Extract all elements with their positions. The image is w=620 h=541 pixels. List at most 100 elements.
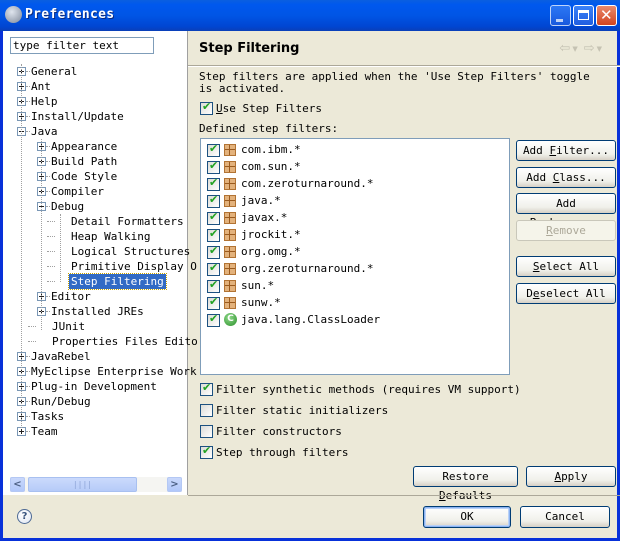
cancel-button[interactable]: Cancel [520, 506, 610, 528]
tree-item-detail-formatters[interactable]: Detail Formatters [71, 214, 184, 229]
tree-connector [47, 221, 55, 222]
tree-item-general[interactable]: General [31, 64, 77, 79]
filter-checkbox[interactable] [207, 312, 220, 327]
tree-item-java[interactable]: Java [31, 124, 58, 139]
tree-horizontal-scrollbar[interactable]: < |||| > [10, 477, 182, 492]
tree-item-install-update[interactable]: Install/Update [31, 109, 124, 124]
class-icon: C [224, 313, 237, 326]
tree-item-help[interactable]: Help [31, 94, 58, 109]
tree-item-junit[interactable]: JUnit [52, 319, 85, 334]
filter-checkbox[interactable] [207, 193, 220, 208]
step-through-filters-checkbox[interactable] [200, 444, 213, 459]
back-dropdown-icon[interactable]: ▼ [572, 45, 578, 53]
filter-checkbox[interactable] [207, 244, 220, 259]
close-button[interactable] [596, 5, 617, 26]
tree-connector [26, 131, 30, 132]
tree-guide-line [60, 214, 61, 282]
tree-item-ant[interactable]: Ant [31, 79, 51, 94]
tree-item-editor[interactable]: Editor [51, 289, 91, 304]
filter-pattern: com.zeroturnaround.* [241, 177, 374, 190]
filter-checkbox[interactable] [207, 159, 220, 174]
tree-item-compiler[interactable]: Compiler [51, 184, 104, 199]
deselect-all-button[interactable]: Deselect All [516, 283, 616, 304]
filter-pattern: sunw.* [241, 296, 281, 309]
filter-checkbox[interactable] [207, 210, 220, 225]
filter-static-initializers-label[interactable]: Filter static initializers [216, 404, 388, 417]
tree-item-step-filtering[interactable]: Step Filtering [68, 273, 167, 290]
tree-item-heap-walking[interactable]: Heap Walking [71, 229, 150, 244]
back-arrow-icon[interactable]: ⇦ [559, 41, 571, 56]
scroll-thumb[interactable]: |||| [28, 477, 137, 492]
use-step-filters-checkbox[interactable] [200, 100, 213, 115]
tree-item-build-path[interactable]: Build Path [51, 154, 117, 169]
filter-checkbox[interactable] [207, 176, 220, 191]
tree-guide-line [21, 64, 22, 428]
remove-button[interactable]: Remove [516, 220, 616, 241]
filter-synthetic-methods-checkbox[interactable] [200, 381, 213, 396]
page-description: Step filters are applied when the 'Use S… [199, 70, 590, 95]
filter-checkbox[interactable] [207, 142, 220, 157]
filter-pattern: jrockit.* [241, 228, 301, 241]
minimize-button[interactable] [550, 5, 571, 26]
tree-item-debug[interactable]: Debug [51, 199, 84, 214]
package-icon [224, 212, 236, 224]
add-class-button[interactable]: Add Class... [516, 167, 616, 188]
filter-input[interactable]: type filter text [10, 37, 154, 54]
tree-item-logical-structures[interactable]: Logical Structures [71, 244, 190, 259]
tree-item-tasks[interactable]: Tasks [31, 409, 64, 424]
filter-constructors-checkbox[interactable] [200, 425, 213, 438]
package-icon [224, 297, 236, 309]
add-filter-button[interactable]: Add Filter... [516, 140, 616, 161]
filter-static-initializers-checkbox[interactable] [200, 404, 213, 417]
expand-icon[interactable] [17, 427, 26, 436]
add-packages-button[interactable]: Add Packages... [516, 193, 616, 229]
tree-item-myeclipse-enterprise-work[interactable]: MyEclipse Enterprise Work [31, 364, 197, 379]
filter-pattern: com.sun.* [241, 160, 301, 173]
tree-connector [26, 401, 30, 402]
forward-arrow-icon[interactable]: ⇨ [584, 41, 596, 56]
maximize-button[interactable] [573, 5, 594, 26]
eclipse-app-icon [5, 6, 22, 23]
window-title: Preferences [25, 7, 115, 22]
step-through-filters-label[interactable]: Step through filters [216, 446, 348, 459]
page-title: Step Filtering [199, 41, 300, 56]
title-bar[interactable]: Preferences [0, 0, 620, 31]
scroll-right-button[interactable]: > [167, 477, 182, 492]
tree-item-run-debug[interactable]: Run/Debug [31, 394, 91, 409]
filter-checkbox[interactable] [207, 227, 220, 242]
tree-item-team[interactable]: Team [31, 424, 58, 439]
filter-pattern: javax.* [241, 211, 288, 224]
tree-connector [26, 356, 30, 357]
tree-connector [47, 266, 55, 267]
help-icon[interactable]: ? [17, 509, 32, 524]
scroll-left-button[interactable]: < [10, 477, 25, 492]
ok-button[interactable]: OK [423, 506, 511, 528]
tree-connector [46, 311, 50, 312]
tree-connector [46, 296, 50, 297]
filter-constructors-label[interactable]: Filter constructors [216, 425, 342, 438]
tree-connector [28, 341, 36, 342]
filter-synthetic-methods-label[interactable]: Filter synthetic methods (requires VM su… [216, 383, 521, 396]
tree-item-properties-files-edito[interactable]: Properties Files Edito [52, 334, 198, 349]
restore-defaults-button[interactable]: Restore Defaults [413, 466, 518, 502]
use-step-filters-label[interactable]: Use Step Filters [216, 102, 322, 115]
forward-dropdown-icon[interactable]: ▼ [597, 45, 603, 53]
tree-item-javarebel[interactable]: JavaRebel [31, 349, 91, 364]
filter-checkbox[interactable] [207, 278, 220, 293]
tree-item-plug-in-development[interactable]: Plug-in Development [31, 379, 157, 394]
filter-checkbox[interactable] [207, 295, 220, 310]
filter-checkbox[interactable] [207, 261, 220, 276]
package-icon [224, 195, 236, 207]
tree-connector [26, 71, 30, 72]
package-icon [224, 280, 236, 292]
tree-item-primitive-display-o[interactable]: Primitive Display O [71, 259, 197, 274]
apply-button[interactable]: Apply [526, 466, 616, 487]
step-filter-list[interactable]: com.ibm.* com.sun.* com.zeroturnaround.* ja… [200, 138, 510, 375]
select-all-button[interactable]: Select All [516, 256, 616, 277]
tree-item-code-style[interactable]: Code Style [51, 169, 117, 184]
tree-connector [47, 251, 55, 252]
package-icon [224, 178, 236, 190]
tree-item-installed-jres[interactable]: Installed JREs [51, 304, 144, 319]
tree-item-appearance[interactable]: Appearance [51, 139, 117, 154]
preference-page: Step Filtering ⇦▼ ⇨▼ Step filters are app… [188, 31, 620, 502]
